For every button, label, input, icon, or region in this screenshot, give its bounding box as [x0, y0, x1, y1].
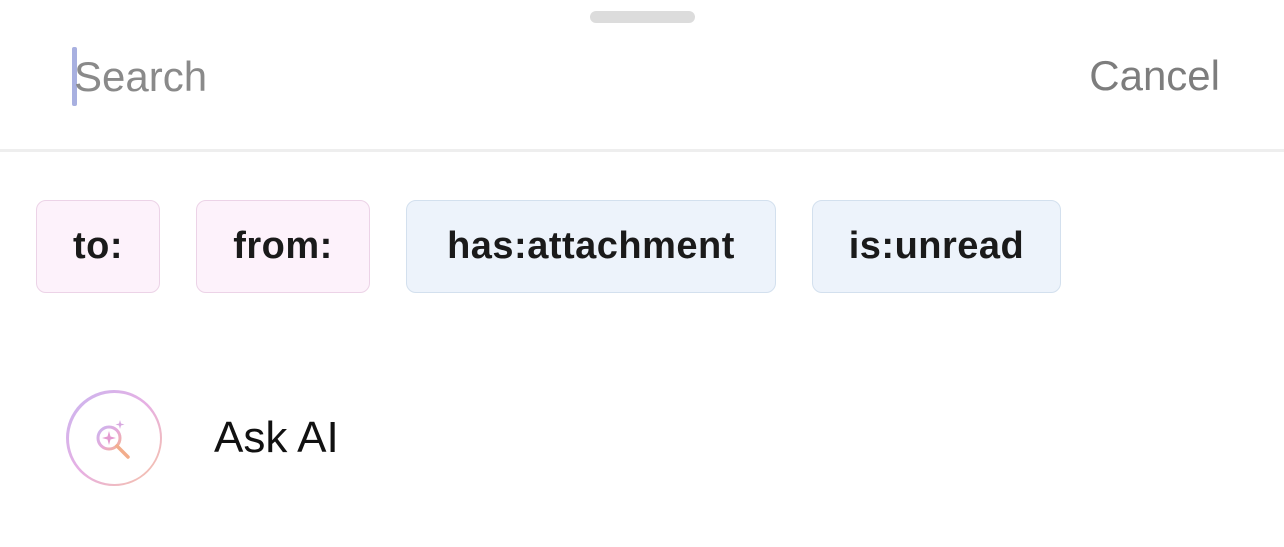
filter-chip-is-unread[interactable]: is:unread [812, 200, 1061, 293]
ai-search-glyph [96, 420, 130, 459]
filter-chip-label: to: [72, 225, 124, 267]
search-input[interactable] [74, 44, 974, 110]
filter-chip-label: from: [233, 225, 333, 267]
ask-ai-label: Ask AI [214, 413, 339, 462]
ai-search-sparkle-icon [66, 390, 162, 486]
divider [0, 149, 1284, 152]
filter-chip-has-attachment[interactable]: has:attachment [406, 200, 776, 293]
filter-chip-from[interactable]: from: [196, 200, 370, 293]
cancel-button[interactable]: Cancel [1089, 52, 1220, 100]
ask-ai-row[interactable]: Ask AI [66, 390, 339, 486]
search-sheet: Cancel to: from: has:attachment is:unrea… [0, 0, 1284, 547]
search-bar: Cancel [0, 30, 1284, 150]
filter-chip-to[interactable]: to: [36, 200, 160, 293]
filter-chip-label: has:attachment [447, 225, 735, 267]
filter-chip-label: is:unread [848, 225, 1025, 267]
sheet-grabber[interactable] [590, 11, 695, 23]
